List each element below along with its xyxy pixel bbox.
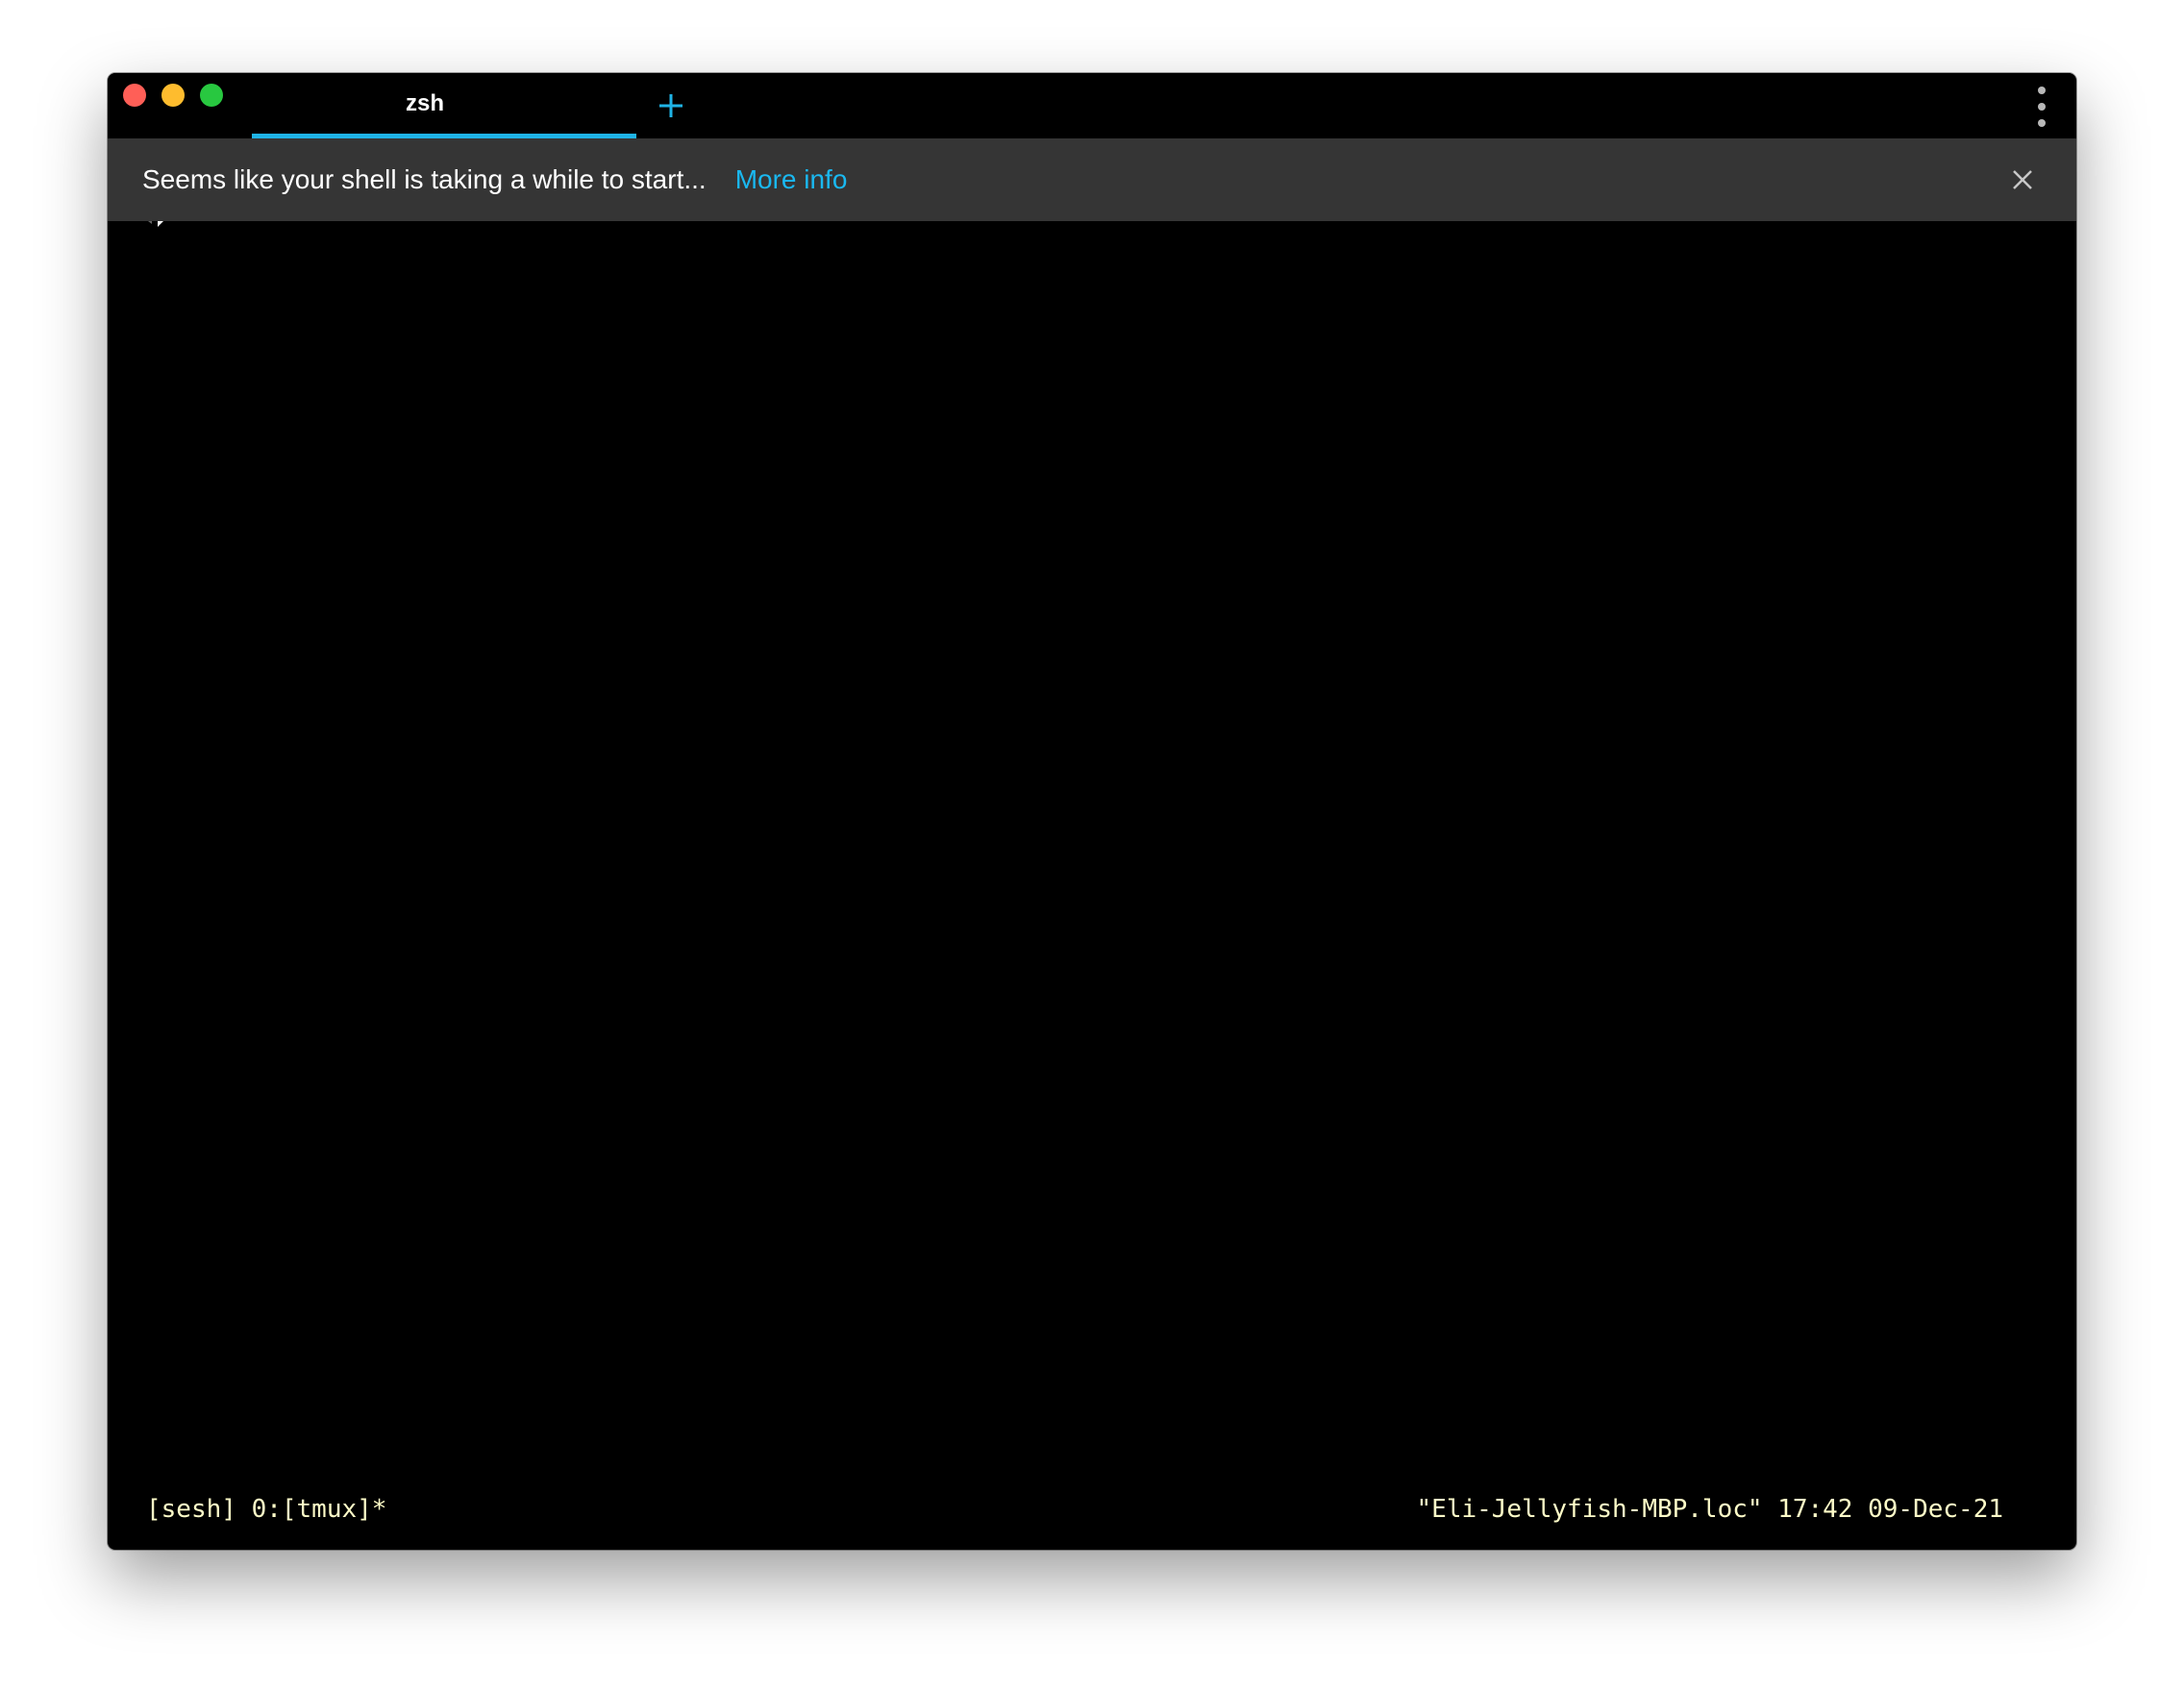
tmux-host-clock: "Eli-Jellyfish-MBP.loc" 17:42 09-Dec-21	[1416, 1495, 2003, 1524]
ellipsis-dot	[2038, 103, 2046, 111]
terminal-window: zsh Seems like your shell is taking a wh…	[108, 73, 2076, 1550]
prompt-arrow-icon	[148, 221, 163, 227]
tab-label: zsh	[405, 89, 444, 116]
window-minimize-button[interactable]	[161, 84, 185, 107]
terminal-content[interactable]	[108, 221, 2076, 1490]
ellipsis-dot	[2038, 119, 2046, 127]
more-info-link[interactable]: More info	[735, 164, 848, 195]
tmux-session-window: [sesh] 0:[tmux]*	[146, 1495, 387, 1524]
window-maximize-button[interactable]	[200, 84, 223, 107]
close-icon	[2013, 170, 2032, 189]
title-bar: zsh	[108, 73, 2076, 138]
slow-start-banner: Seems like your shell is taking a while …	[108, 138, 2076, 221]
new-tab-button[interactable]	[652, 87, 690, 125]
vertical-ellipsis-icon	[2038, 87, 2046, 94]
tab-zsh[interactable]: zsh	[252, 73, 636, 138]
tmux-status-bar: [sesh] 0:[tmux]* "Eli-Jellyfish-MBP.loc"…	[108, 1490, 2076, 1529]
banner-close-button[interactable]	[2007, 164, 2038, 195]
more-options-button[interactable]	[2030, 87, 2053, 127]
window-close-button[interactable]	[123, 84, 146, 107]
banner-message: Seems like your shell is taking a while …	[142, 164, 707, 194]
plus-icon	[659, 94, 682, 117]
